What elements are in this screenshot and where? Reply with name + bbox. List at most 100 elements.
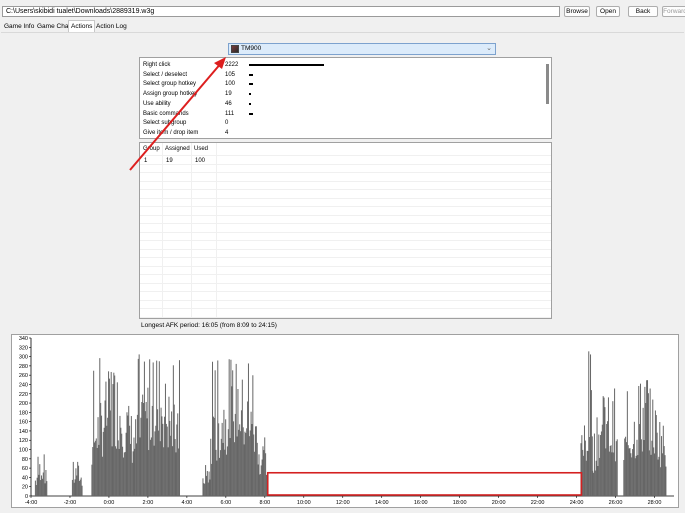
- activity-bar: [261, 459, 263, 496]
- group-cell-assigned: 19: [166, 158, 173, 164]
- y-tick-label: 120: [19, 438, 28, 444]
- activity-bar: [145, 401, 147, 496]
- action-count: 46: [225, 100, 232, 107]
- browse-button[interactable]: Browse: [564, 6, 590, 17]
- activity-bar: [588, 351, 590, 496]
- activity-bar: [79, 479, 81, 496]
- action-bar: [249, 102, 251, 105]
- action-row[interactable]: Use ability 46: [143, 99, 543, 109]
- activity-bar: [655, 415, 657, 496]
- activity-bar: [661, 453, 663, 496]
- activity-bar: [642, 407, 644, 496]
- action-row[interactable]: Select / deselect 105: [143, 70, 543, 80]
- activity-bar: [654, 453, 656, 496]
- activity-bar: [654, 410, 656, 496]
- x-tick-label: 18:00: [453, 500, 467, 506]
- activity-bar: [605, 448, 607, 496]
- activity-bar: [149, 359, 151, 496]
- y-tick-label: 200: [19, 401, 28, 407]
- activity-bar: [226, 446, 228, 496]
- activity-bar: [132, 451, 134, 496]
- activity-bar: [126, 412, 128, 496]
- activity-bar: [138, 354, 140, 496]
- action-row[interactable]: Assign group hotkey 19: [143, 89, 543, 99]
- x-tick-label: -2:00: [64, 500, 77, 506]
- activity-bar: [121, 433, 123, 496]
- y-tick-label: 260: [19, 373, 28, 379]
- activity-bar: [169, 420, 171, 496]
- activity-bar: [633, 421, 635, 496]
- grid-row-line: [140, 265, 551, 267]
- activity-bar: [625, 436, 627, 496]
- action-row[interactable]: Right click 2222: [143, 60, 543, 70]
- activity-bar: [613, 452, 615, 496]
- activity-bar: [586, 450, 588, 496]
- activity-bar: [242, 427, 244, 496]
- activity-bar: [45, 470, 47, 496]
- tab-game-info[interactable]: Game Info: [2, 21, 36, 32]
- activity-bar: [239, 424, 241, 496]
- activity-bar: [625, 442, 627, 496]
- activity-bar: [606, 424, 608, 496]
- action-name: Basic commands: [143, 110, 189, 117]
- grid-row-line: [140, 189, 551, 190]
- y-tick-label: 20: [22, 485, 28, 491]
- activity-bar: [601, 424, 603, 496]
- scrollbar[interactable]: [546, 64, 549, 104]
- activity-bar: [244, 431, 246, 496]
- action-row[interactable]: Basic commands 111: [143, 109, 543, 119]
- grid-row-line: [140, 274, 551, 275]
- y-tick-label: 280: [19, 364, 28, 370]
- apm-timeline-chart: 0 20 40 60 80 100 120 140 160 180 200 220 240 260 280 3…: [11, 334, 679, 508]
- replay-path-input[interactable]: [2, 6, 560, 17]
- activity-bar: [206, 471, 208, 496]
- activity-bar: [204, 483, 206, 496]
- activity-bar: [214, 370, 216, 496]
- tab-action-log[interactable]: Action Log: [94, 21, 129, 32]
- x-tick-label: 0:00: [104, 500, 115, 506]
- grid-row-line: [140, 316, 551, 318]
- activity-bar: [157, 430, 159, 496]
- activity-bar: [165, 423, 167, 496]
- activity-bar: [233, 421, 235, 496]
- open-button[interactable]: Open: [596, 6, 620, 17]
- activity-bar: [177, 413, 179, 496]
- activity-bar: [585, 460, 587, 496]
- activity-bar: [257, 464, 259, 496]
- activity-bar: [616, 439, 618, 496]
- action-row[interactable]: Give item / drop item 4: [143, 128, 543, 138]
- activity-bar: [629, 448, 631, 496]
- player-select[interactable]: TM900 ⌄: [228, 43, 496, 55]
- activity-bar: [658, 456, 660, 496]
- activity-bar: [136, 414, 138, 496]
- activity-bar: [639, 383, 641, 496]
- action-name: Select / deselect: [143, 71, 188, 78]
- action-row[interactable]: Select group hotkey 100: [143, 79, 543, 89]
- activity-bar: [78, 465, 80, 496]
- activity-bar: [250, 411, 252, 496]
- action-row[interactable]: Select subgroup 0: [143, 118, 543, 128]
- x-tick-label: 20:00: [492, 500, 506, 506]
- x-tick-label: 12:00: [336, 500, 350, 506]
- activity-bar: [634, 458, 636, 496]
- activity-bar: [632, 449, 634, 496]
- activity-bar: [105, 381, 107, 496]
- activity-bar: [158, 361, 160, 496]
- activity-bar: [233, 442, 235, 496]
- action-name: Give item / drop item: [143, 129, 199, 136]
- activity-bar: [154, 431, 156, 496]
- activity-bar: [101, 415, 103, 496]
- activity-bar: [173, 404, 175, 496]
- activity-bar: [95, 438, 97, 496]
- toolbar: Browse Open Back Forward: [0, 4, 685, 20]
- activity-bar: [155, 425, 157, 496]
- activity-bar: [210, 438, 212, 496]
- activity-bar: [168, 396, 170, 496]
- x-tick-label: 28:00: [648, 500, 662, 506]
- tab-bar: Game Info Game Chat Actions Action Log: [0, 20, 685, 33]
- back-button[interactable]: Back: [628, 6, 658, 17]
- forward-button[interactable]: Forward: [662, 6, 685, 17]
- activity-bar: [594, 470, 596, 496]
- tab-game-chat[interactable]: Game Chat: [35, 21, 72, 32]
- activity-bar: [597, 465, 599, 496]
